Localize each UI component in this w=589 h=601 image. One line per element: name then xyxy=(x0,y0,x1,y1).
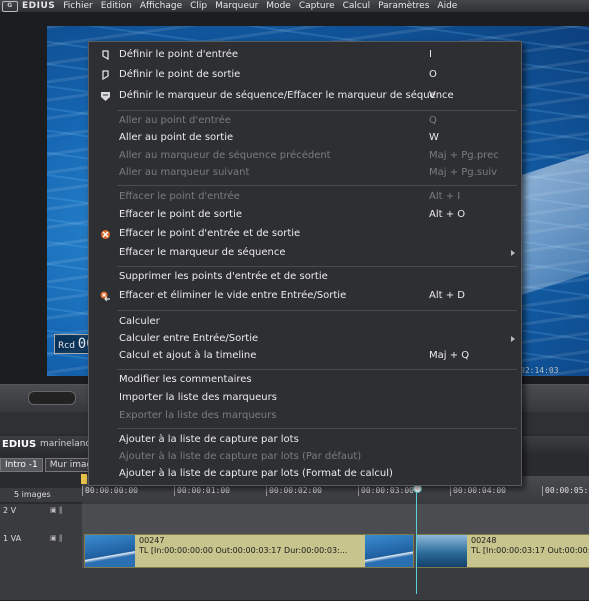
out-point-icon xyxy=(102,70,109,81)
menu-item-sequence-marker[interactable]: Définir le marqueur de séquence/Effacer … xyxy=(89,88,521,106)
menu-item-batch-capture-render-format[interactable]: Ajouter à la liste de capture par lots (… xyxy=(89,466,521,484)
clip-thumbnail xyxy=(417,535,467,567)
track-1va[interactable]: 00247 TL [In:00:00:00:00 Out:00:00:03:17… xyxy=(82,532,589,569)
menu-item-render[interactable]: Calculer xyxy=(89,314,521,332)
menu-item-batch-capture[interactable]: Ajouter à la liste de capture par lots xyxy=(89,432,521,450)
menu-separator xyxy=(117,428,517,429)
menu-item-clear-out[interactable]: Effacer le point de sortie Alt + O xyxy=(89,207,521,225)
menu-calcul[interactable]: Calcul xyxy=(339,1,374,11)
context-menu: Définir le point d'entrée I Définir le p… xyxy=(88,41,522,486)
menu-mode[interactable]: Mode xyxy=(262,1,295,11)
menu-item-render-add-timeline[interactable]: Calcul et ajout à la timeline Maj + Q xyxy=(89,348,521,366)
menu-item-goto-out[interactable]: Aller au point de sortie W xyxy=(89,130,521,148)
menu-item-goto-next-marker[interactable]: Aller au marqueur suivant Maj + Pg.suiv xyxy=(89,165,521,183)
menu-item-export-markers[interactable]: Exporter la liste des marqueurs xyxy=(89,408,521,426)
menu-separator xyxy=(117,110,517,111)
track-controls[interactable]: ▣ ‖ xyxy=(50,506,62,514)
clip-00248[interactable]: 00248 TL [In:00:00:03:17 Out:00:00:0... xyxy=(416,534,589,568)
in-point-icon xyxy=(102,50,109,61)
menu-item-delete-in-out[interactable]: Supprimer les points d'entrée et de sort… xyxy=(89,269,521,287)
edius-logo-icon: G xyxy=(2,0,18,12)
in-point-marker[interactable] xyxy=(81,474,87,484)
sequence-marker-icon xyxy=(101,92,110,101)
clear-in-out-icon xyxy=(101,230,110,239)
track-empty[interactable] xyxy=(82,568,589,601)
menu-item-edit-comments[interactable]: Modifier les commentaires xyxy=(89,372,521,390)
track-2v[interactable] xyxy=(82,504,589,533)
ruler-tick: 00:00:00:00 xyxy=(82,486,138,496)
clip-thumbnail xyxy=(85,535,135,567)
track-header-empty xyxy=(0,568,82,601)
menu-item-clear-in[interactable]: Effacer le point d'entrée Alt + I xyxy=(89,189,521,207)
menu-item-set-in[interactable]: Définir le point d'entrée I xyxy=(89,47,521,65)
playhead[interactable] xyxy=(413,484,422,594)
menu-separator xyxy=(117,185,517,186)
menu-clip[interactable]: Clip xyxy=(186,1,211,11)
clip-00247[interactable]: 00247 TL [In:00:00:00:00 Out:00:00:03:17… xyxy=(84,534,414,568)
menu-item-set-out[interactable]: Définir le point de sortie O xyxy=(89,67,521,85)
menu-item-clear-sequence-marker[interactable]: Effacer le marqueur de séquence xyxy=(89,245,521,263)
submenu-arrow-icon xyxy=(511,250,515,256)
clip-thumbnail-end xyxy=(365,535,413,567)
menu-capture[interactable]: Capture xyxy=(295,1,339,11)
ruler-tick: 00:00:02:00 xyxy=(266,486,322,496)
edius-logo: G EDIUS xyxy=(0,0,59,12)
menu-aide[interactable]: Aide xyxy=(433,1,461,11)
menu-item-import-markers[interactable]: Importer la liste des marqueurs xyxy=(89,390,521,408)
menu-item-goto-prev-marker[interactable]: Aller au marqueur de séquence précédent … xyxy=(89,148,521,166)
track-header-2v[interactable]: 2 V ▣ ‖ xyxy=(0,504,82,533)
ruler-tick: 00:00:05:00 xyxy=(542,486,589,496)
tab-intro[interactable]: Intro -1 xyxy=(0,458,43,472)
ruler-scale[interactable]: 5 images xyxy=(0,488,82,502)
timeline-app-name: EDIUS xyxy=(2,439,37,450)
ruler-tick: 00:00:03:00 xyxy=(358,486,414,496)
menu-item-batch-capture-default[interactable]: Ajouter à la liste de capture par lots (… xyxy=(89,449,521,467)
menu-separator xyxy=(117,266,517,267)
menu-item-render-in-out[interactable]: Calculer entre Entrée/Sortie xyxy=(89,331,521,349)
menubar: G EDIUS Fichier Edition Affichage Clip M… xyxy=(0,0,589,12)
ruler-tick: 00:00:01:00 xyxy=(174,486,230,496)
ruler-tick: 00:00:04:00 xyxy=(450,486,506,496)
menu-item-goto-in[interactable]: Aller au point d'entrée Q xyxy=(89,113,521,131)
submenu-arrow-icon xyxy=(511,336,515,342)
ripple-delete-icon xyxy=(100,291,110,302)
track-controls[interactable]: ▣ ‖ xyxy=(50,534,62,542)
menu-parametres[interactable]: Paramètres xyxy=(374,1,433,11)
preview-time: 02:14:03 xyxy=(520,366,559,375)
shuttle-slider[interactable] xyxy=(28,391,76,405)
menu-separator xyxy=(117,369,517,370)
menu-separator xyxy=(117,310,517,311)
menu-affichage[interactable]: Affichage xyxy=(136,1,186,11)
menu-item-ripple-delete[interactable]: Effacer et éliminer le vide entre Entrée… xyxy=(89,288,521,306)
menu-fichier[interactable]: Fichier xyxy=(59,1,96,11)
menu-marqueur[interactable]: Marqueur xyxy=(211,1,262,11)
menu-edition[interactable]: Edition xyxy=(97,1,136,11)
menu-item-clear-in-out[interactable]: Effacer le point d'entrée et de sortie xyxy=(89,226,521,244)
track-header-1va[interactable]: 1 VA ▣ ‖ xyxy=(0,532,82,569)
